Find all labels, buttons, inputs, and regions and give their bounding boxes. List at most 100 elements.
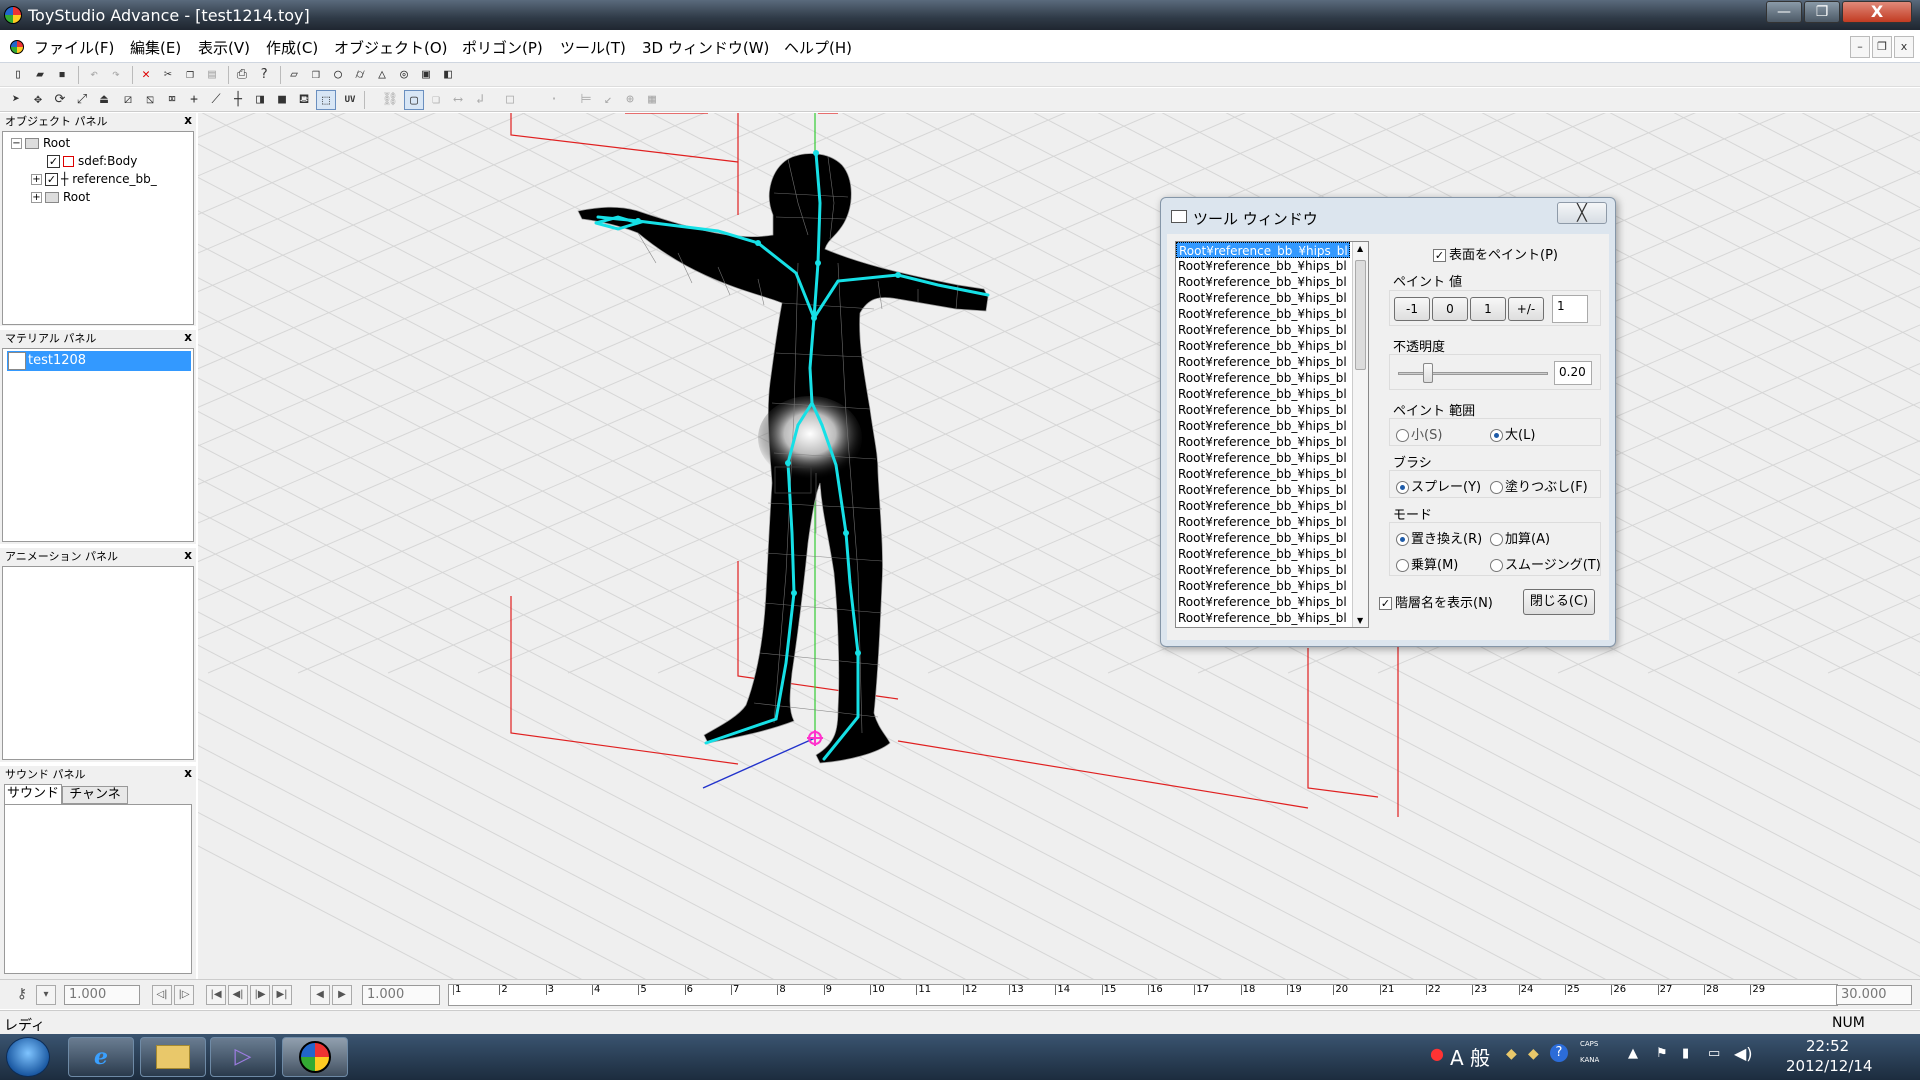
mode-smooth-radio[interactable]: スムージング(T) [1490,554,1601,573]
crosshair-icon[interactable]: ⊕ [620,90,640,110]
rotate-icon[interactable]: ⟳ [50,90,70,110]
opacity-slider-thumb[interactable] [1423,363,1433,383]
expand-icon[interactable]: + [31,174,42,185]
mode-replace-radio[interactable]: 置き換え(R) [1396,528,1482,547]
step-back-icon[interactable]: ◀ [310,985,330,1005]
volume-icon[interactable]: ◀) [1734,1044,1753,1063]
hierarchy-item[interactable]: Root¥reference_bb_¥hips_bl [1176,386,1350,402]
radio-icon[interactable] [1396,533,1409,546]
cylinder-icon[interactable]: ⌭ [350,65,370,85]
cone-icon[interactable]: △ [372,65,392,85]
last-frame-icon[interactable]: ▶| [272,985,292,1005]
brush-spray-radio[interactable]: スプレー(Y) [1396,476,1481,495]
ime-help-icon[interactable]: ? [1550,1044,1568,1062]
bone-icon[interactable]: ⟋ [206,90,226,110]
timeline-ruler[interactable]: 1 2 3 4 5 6 7 8 9 10 11 12 13 14 15 16 17 18 19 20 21 22 23 24 2… [448,984,1838,1006]
hierarchy-item[interactable]: Root¥reference_bb_¥hips_bl [1176,514,1350,530]
menu-file[interactable]: ファイル(F) [34,37,114,58]
paint-minus-one-button[interactable]: -1 [1394,297,1430,321]
hierarchy-item[interactable]: Root¥reference_bb_¥hips_bl [1176,290,1350,306]
checkbox-icon[interactable]: ✓ [1433,249,1446,262]
action-center-icon[interactable]: ⚑ [1656,1046,1668,1061]
3d-viewport[interactable] [198,113,1920,979]
grid-icon[interactable]: ▦ [642,90,662,110]
menu-create[interactable]: 作成(C) [266,37,318,58]
radio-icon[interactable] [1396,429,1409,442]
sound-panel-close-icon[interactable]: x [184,766,192,780]
copy-icon[interactable]: ❐ [180,65,200,85]
hierarchy-item[interactable]: Root¥reference_bb_¥hips_bl [1176,530,1350,546]
square-icon[interactable]: □ [500,90,520,110]
show-hidden-icons[interactable]: ▲ [1628,1046,1638,1061]
scroll-down-icon[interactable]: ▼ [1357,616,1363,625]
tab-sound[interactable]: サウンド [4,784,62,804]
close-tool-window-button[interactable]: 閉じる(C) [1523,589,1595,615]
end-time-field[interactable]: 30.000 [1836,985,1912,1005]
menu-3d-window[interactable]: 3D ウィンドウ(W) [642,37,769,58]
hierarchy-list[interactable]: Root¥reference_bb_¥hips_bl Root¥reference… [1175,241,1369,628]
knife-icon[interactable]: ⧅ [140,90,160,110]
open-folder-icon[interactable]: ▰ [30,65,50,85]
align-icon[interactable]: ⊨ [576,90,596,110]
dot-icon[interactable]: · [544,90,564,110]
next-key-icon[interactable]: |▷ [174,985,194,1005]
radio-icon[interactable] [1396,481,1409,494]
sphere-icon[interactable]: ◎ [394,65,414,85]
checkbox-icon[interactable]: ✓ [1379,597,1392,610]
hierarchy-item[interactable]: Root¥reference_bb_¥hips_bl [1176,322,1350,338]
animation-panel-close-icon[interactable]: x [184,548,192,562]
tree-node-root-2[interactable]: + Root [31,188,90,206]
hierarchy-item[interactable]: Root¥reference_bb_¥hips_bl [1176,418,1350,434]
fill-icon[interactable]: ■ [272,90,292,110]
menu-tool[interactable]: ツール(T) [560,37,626,58]
help-icon[interactable]: ? [254,65,274,85]
new-file-icon[interactable]: ▯ [8,65,28,85]
radio-icon[interactable] [1490,559,1503,572]
expand-icon[interactable]: + [31,192,42,203]
mdi-restore-button[interactable]: ❐ [1872,36,1892,58]
scale-icon[interactable]: ⤢ [72,90,92,110]
menu-polygon[interactable]: ポリゴン(P) [462,37,543,58]
hierarchy-item[interactable]: Root¥reference_bb_¥hips_bl [1176,546,1350,562]
paint-zero-button[interactable]: 0 [1432,297,1468,321]
menu-help[interactable]: ヘルプ(H) [784,37,852,58]
close-button[interactable]: X [1842,1,1912,23]
light-icon[interactable]: ◧ [438,65,458,85]
network-icon[interactable]: ▭ [1708,1046,1720,1061]
show-hierarchy-checkbox[interactable]: ✓ 階層名を表示(N) [1379,592,1493,611]
visibility-checkbox[interactable]: ✓ [45,173,58,186]
object-panel-close-icon[interactable]: x [184,113,192,127]
time-field-1[interactable]: 1.000 [64,985,140,1005]
cube-icon[interactable]: ❒ [306,65,326,85]
clock-time[interactable]: 22:52 [1806,1037,1849,1055]
collapse-icon[interactable]: − [11,138,22,149]
menu-edit[interactable]: 編集(E) [130,37,181,58]
explorer-folder-icon[interactable] [140,1037,206,1077]
hierarchy-item[interactable]: Root¥reference_bb_¥hips_bl [1176,482,1350,498]
mode-multiply-radio[interactable]: 乗算(M) [1396,554,1458,573]
circle-icon[interactable]: ○ [328,65,348,85]
material-panel-close-icon[interactable]: x [184,330,192,344]
document-menu-icon[interactable] [10,40,24,54]
hierarchy-item[interactable]: Root¥reference_bb_¥hips_bl [1176,578,1350,594]
hierarchy-item[interactable]: Root¥reference_bb_¥hips_bl [1176,354,1350,370]
camera-icon[interactable]: ▣ [416,65,436,85]
wireframe-icon[interactable]: ▢ [404,90,424,110]
dictionary-icon[interactable]: ◆ [1528,1046,1539,1062]
hierarchy-scrollbar[interactable]: ▲ ▼ [1352,242,1368,627]
prev-frame-icon[interactable]: ◀| [228,985,248,1005]
menu-view[interactable]: 表示(V) [198,37,250,58]
clock-date[interactable]: 2012/12/14 [1786,1057,1872,1075]
brush-fill-radio[interactable]: 塗りつぶし(F) [1490,476,1588,495]
key-dropdown-icon[interactable]: ▾ [36,985,56,1005]
start-button[interactable] [6,1037,50,1077]
scroll-thumb[interactable] [1355,260,1366,370]
undo-icon[interactable]: ↶ [84,65,104,85]
arrow-left-icon[interactable]: ↙ [598,90,618,110]
save-icon[interactable]: ▪ [52,65,72,85]
mode-add-radio[interactable]: 加算(A) [1490,528,1550,547]
redo-icon[interactable]: ↷ [106,65,126,85]
select-arrow-icon[interactable]: ➤ [6,90,26,110]
toystudio-taskbar-icon[interactable] [282,1037,348,1077]
tool-window-close-button[interactable]: ╳ [1557,202,1607,224]
